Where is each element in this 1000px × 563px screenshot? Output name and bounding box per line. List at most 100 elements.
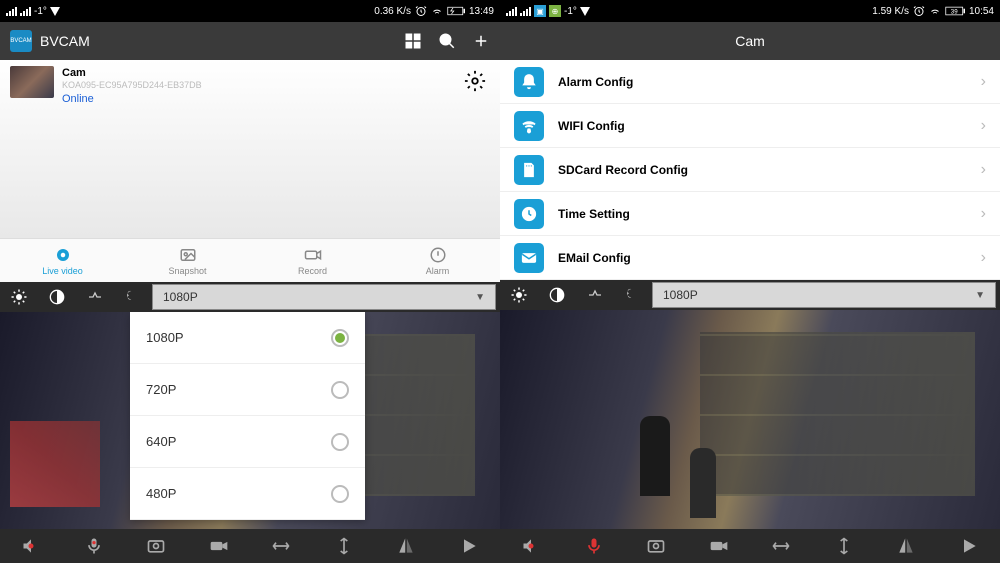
resolution-option[interactable]: 720P xyxy=(130,364,365,416)
app-indicator-icon: ▣ xyxy=(534,5,546,17)
flip-v-button[interactable] xyxy=(330,532,358,560)
wifi-icon xyxy=(514,111,544,141)
resolution-option[interactable]: 1080P xyxy=(130,312,365,364)
device-name: Cam xyxy=(62,66,202,80)
radio-icon xyxy=(331,433,349,451)
battery-icon: 39 xyxy=(945,6,965,16)
svg-text:39: 39 xyxy=(951,8,958,15)
wifi-icon xyxy=(929,5,941,17)
email-icon xyxy=(514,243,544,273)
alarm-icon xyxy=(913,5,925,17)
contrast-icon[interactable] xyxy=(38,282,76,312)
shield-icon xyxy=(580,7,590,16)
video-feed[interactable] xyxy=(500,310,1000,529)
shield-icon xyxy=(50,7,60,16)
config-label: EMail Config xyxy=(558,251,967,265)
play-button[interactable] xyxy=(455,532,483,560)
speed-label: 0.36 K/s xyxy=(374,6,411,17)
mirror-button[interactable] xyxy=(392,532,420,560)
device-row[interactable]: Cam KOA095-EC95A795D244-EB37DB Online xyxy=(0,60,500,112)
config-email[interactable]: EMail Config › xyxy=(500,236,1000,280)
device-thumbnail xyxy=(10,66,54,98)
resolution-select[interactable]: 1080P ▼ xyxy=(152,284,496,310)
brightness-icon[interactable] xyxy=(500,280,538,310)
chevron-right-icon: › xyxy=(981,73,986,91)
flip-h-button[interactable] xyxy=(767,532,795,560)
left-panel: -1° 0.36 K/s 13:49 BVCAM BVCAM Cam KOA09… xyxy=(0,0,500,563)
device-id: KOA095-EC95A795D244-EB37DB xyxy=(62,80,202,92)
signal-icon xyxy=(506,6,517,16)
right-panel: ▣ ⊕ -1° 1.59 K/s 39 10:54 Cam Alarm Conf… xyxy=(500,0,1000,563)
record-button[interactable] xyxy=(705,532,733,560)
resolution-current: 1080P xyxy=(663,288,698,302)
night-icon[interactable] xyxy=(114,282,152,312)
tab-record[interactable]: Record xyxy=(250,239,375,282)
bottom-tabs: Live video Snapshot Record Alarm xyxy=(0,238,500,282)
bell-icon xyxy=(514,67,544,97)
config-list: Alarm Config › WIFI Config › SDCard Reco… xyxy=(500,60,1000,280)
radio-icon xyxy=(331,329,349,347)
video-toolbar: 1080P ▼ xyxy=(0,282,500,312)
config-alarm[interactable]: Alarm Config › xyxy=(500,60,1000,104)
config-wifi[interactable]: WIFI Config › xyxy=(500,104,1000,148)
snapshot-button[interactable] xyxy=(142,532,170,560)
app-indicator-icon: ⊕ xyxy=(549,5,561,17)
wifi-icon xyxy=(431,5,443,17)
cam-header: Cam xyxy=(500,22,1000,60)
clock-label: 13:49 xyxy=(469,6,494,17)
battery-icon xyxy=(447,6,465,16)
dropdown-caret-icon: ▼ xyxy=(475,292,485,303)
tab-label: Snapshot xyxy=(168,266,206,276)
resolution-option[interactable]: 640P xyxy=(130,416,365,468)
signal-icon xyxy=(520,6,531,16)
resolution-select[interactable]: 1080P ▼ xyxy=(652,282,996,308)
chevron-right-icon: › xyxy=(981,249,986,267)
device-status: Online xyxy=(62,92,202,106)
tab-alarm[interactable]: Alarm xyxy=(375,239,500,282)
resolution-dropdown: 1080P 720P 640P 480P xyxy=(130,312,365,520)
app-logo-icon: BVCAM xyxy=(10,30,32,52)
alarm-icon xyxy=(415,5,427,17)
app-title: BVCAM xyxy=(40,33,90,49)
mic-button[interactable] xyxy=(580,532,608,560)
record-button[interactable] xyxy=(205,532,233,560)
radio-icon xyxy=(331,381,349,399)
flip-v-button[interactable] xyxy=(830,532,858,560)
config-label: SDCard Record Config xyxy=(558,163,967,177)
search-icon[interactable] xyxy=(438,32,456,50)
config-label: WIFI Config xyxy=(558,119,967,133)
tab-snapshot[interactable]: Snapshot xyxy=(125,239,250,282)
chevron-right-icon: › xyxy=(981,205,986,223)
status-bar: ▣ ⊕ -1° 1.59 K/s 39 10:54 xyxy=(500,0,1000,22)
signal-icon xyxy=(6,6,17,16)
night-icon[interactable] xyxy=(614,280,652,310)
settings-icon[interactable] xyxy=(464,70,486,92)
flip-h-button[interactable] xyxy=(267,532,295,560)
ir-icon[interactable] xyxy=(576,280,614,310)
video-toolbar: 1080P ▼ xyxy=(500,280,1000,310)
play-button[interactable] xyxy=(955,532,983,560)
video-feed[interactable]: 1080P 720P 640P 480P xyxy=(0,312,500,529)
mirror-button[interactable] xyxy=(892,532,920,560)
radio-icon xyxy=(331,485,349,503)
ir-icon[interactable] xyxy=(76,282,114,312)
contrast-icon[interactable] xyxy=(538,280,576,310)
device-list: Cam KOA095-EC95A795D244-EB37DB Online xyxy=(0,60,500,238)
tab-live-video[interactable]: Live video xyxy=(0,239,125,282)
tab-label: Alarm xyxy=(426,266,450,276)
speaker-button[interactable] xyxy=(17,532,45,560)
mic-button[interactable] xyxy=(80,532,108,560)
config-time[interactable]: Time Setting › xyxy=(500,192,1000,236)
dropdown-caret-icon: ▼ xyxy=(975,290,985,301)
config-sdcard[interactable]: SDCard Record Config › xyxy=(500,148,1000,192)
video-controls xyxy=(500,529,1000,563)
chevron-right-icon: › xyxy=(981,117,986,135)
snapshot-button[interactable] xyxy=(642,532,670,560)
resolution-option[interactable]: 480P xyxy=(130,468,365,520)
grid-icon[interactable] xyxy=(404,32,422,50)
plus-icon[interactable] xyxy=(472,32,490,50)
speaker-button[interactable] xyxy=(517,532,545,560)
brightness-icon[interactable] xyxy=(0,282,38,312)
resolution-current: 1080P xyxy=(163,290,198,304)
status-bar: -1° 0.36 K/s 13:49 xyxy=(0,0,500,22)
